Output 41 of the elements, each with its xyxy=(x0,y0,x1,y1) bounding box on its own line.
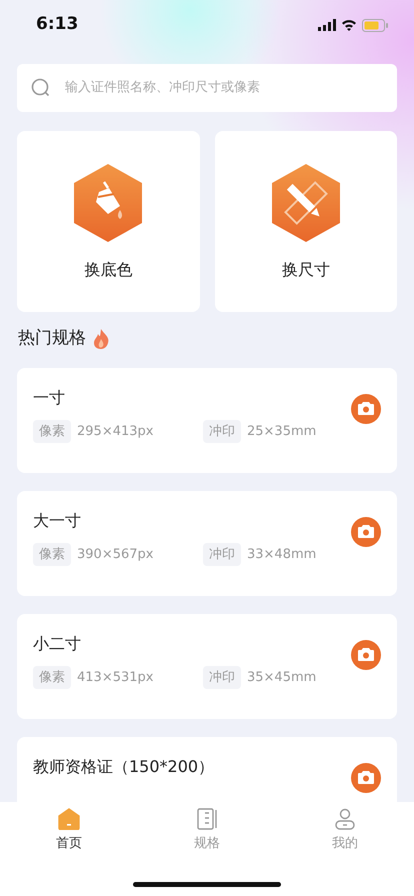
pixel-tag: 像素 xyxy=(33,542,71,566)
spec-card[interactable]: 大一寸 像素 390×567px 冲印 33×48mm xyxy=(17,490,397,596)
spec-name: 大一寸 xyxy=(33,510,81,532)
camera-button[interactable] xyxy=(351,640,381,670)
battery-icon xyxy=(362,18,388,32)
camera-button[interactable] xyxy=(351,394,381,424)
pixel-size: 390×567px xyxy=(77,546,154,564)
camera-icon xyxy=(358,771,374,784)
spec-name: 一寸 xyxy=(33,386,65,408)
camera-icon xyxy=(358,525,374,538)
search-field[interactable]: 输入证件照名称、冲印尺寸或像素 xyxy=(17,64,397,112)
spec-name: 教师资格证（150*200） xyxy=(33,756,214,778)
print-tag: 冲印 xyxy=(203,420,241,443)
spec-card[interactable]: 小二寸 像素 413×531px 冲印 35×45mm xyxy=(17,614,397,718)
section-title: 热门规格 xyxy=(18,327,86,350)
pixel-size: 413×531px xyxy=(77,668,154,686)
camera-button[interactable] xyxy=(351,762,381,792)
print-tag: 冲印 xyxy=(203,666,241,689)
ruler-book-icon xyxy=(196,808,218,830)
wifi-icon xyxy=(341,18,357,30)
spec-card[interactable]: 一寸 像素 295×413px 冲印 25×35mm xyxy=(17,368,397,472)
signal-icon xyxy=(318,18,336,30)
user-icon xyxy=(334,808,356,830)
tool-card[interactable]: 换底色 xyxy=(17,131,200,312)
camera-icon xyxy=(358,648,374,661)
camera-button[interactable] xyxy=(351,516,381,546)
spec-name: 小二寸 xyxy=(33,632,81,654)
flame-icon xyxy=(92,328,110,349)
pixel-size: 295×413px xyxy=(77,422,154,440)
print-size: 25×35mm xyxy=(247,422,316,440)
print-size: 33×48mm xyxy=(247,546,316,564)
tab[interactable]: 首页 xyxy=(0,808,138,864)
spec-card[interactable]: 教师资格证（150*200） xyxy=(17,736,397,802)
camera-icon xyxy=(358,402,374,415)
tool-card[interactable]: 换尺寸 xyxy=(214,131,397,312)
print-size: 35×45mm xyxy=(247,668,316,686)
print-tag: 冲印 xyxy=(203,542,241,566)
clock: 6:13 xyxy=(36,13,78,36)
pixel-tag: 像素 xyxy=(33,420,71,443)
pixel-tag: 像素 xyxy=(33,666,71,689)
home-icon xyxy=(58,808,80,830)
